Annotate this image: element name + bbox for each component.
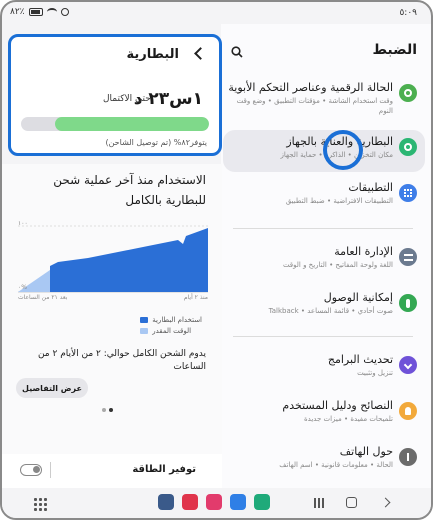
settings-item-software-update[interactable]: تحديث البرامج تنزيل وتثبيت (223, 348, 425, 390)
legend-estimated: الوقت المقدر (140, 327, 202, 335)
battery-title: البطارية (126, 47, 179, 62)
item-subtitle: تلميحات مفيدة • ميزات جديدة (304, 415, 393, 423)
settings-title: الضبط (372, 42, 417, 58)
item-title: تحديث البرامج (327, 353, 393, 366)
item-subtitle: الحالة • معلومات قانونية • اسم الهاتف (279, 461, 393, 469)
y-axis-min-label: ٠% (18, 284, 27, 291)
device-care-icon (399, 138, 417, 156)
system-icons: ٨٢٪ (10, 7, 69, 17)
settings-item-about-phone[interactable]: حول الهاتف الحالة • معلومات قانونية • اس… (223, 440, 425, 482)
flower-app-icon[interactable] (206, 494, 222, 510)
settings-item-digital-wellbeing[interactable]: الحالة الرقمية وعناصر التحكم الأبوية وقت… (223, 76, 425, 118)
recents-icon[interactable] (314, 498, 324, 508)
row-divider (50, 462, 51, 478)
legend-estimated-swatch (140, 328, 149, 334)
legend-used: استخدام البطارية (140, 316, 202, 324)
taskbar-dock (158, 494, 270, 510)
settings-item-general-management[interactable]: الإدارة العامة اللغة ولوحة المفاتيح • ال… (223, 240, 425, 282)
item-title: النصائح ودليل المستخدم (282, 399, 393, 412)
page-dot-active (109, 408, 113, 412)
page-dot (102, 408, 106, 412)
clock: ٥:٠٩ (399, 8, 417, 18)
y-axis-max-label: ١٠٠ (18, 220, 28, 227)
digital-wellbeing-icon (399, 84, 417, 102)
legend-estimated-label: الوقت المقدر (152, 327, 192, 335)
general-management-icon (399, 248, 417, 266)
item-title: الحالة الرقمية وعناصر التحكم الأبوية (228, 81, 393, 94)
item-title: الإدارة العامة (334, 245, 393, 258)
battery-level-bar (21, 117, 209, 131)
battery-icon (28, 8, 43, 16)
settings-pane: الضبط الحالة الرقمية وعناصر التحكم الأبو… (221, 24, 431, 492)
accessibility-icon (399, 294, 417, 312)
app-drawer-icon[interactable] (34, 498, 47, 511)
item-subtitle: صوت أحادي • قائمة المساعد • Talkback (268, 307, 393, 315)
screen-recorder-app-icon[interactable] (182, 494, 198, 510)
usage-chart-svg (18, 225, 208, 293)
view-details-button[interactable]: عرض التفاصيل (16, 378, 88, 398)
item-subtitle: التطبيقات الافتراضية • ضبط التطبيق (285, 197, 393, 205)
full-charge-estimate: يدوم الشحن الكامل حوالي: ٢ من الأيام ٢ م… (37, 349, 206, 372)
battery-percent: ٨٢٪ (10, 7, 25, 17)
item-subtitle: وقت استخدام الشاشة • مؤقتات التطبيق • وض… (236, 97, 393, 115)
messages-app-icon[interactable] (230, 494, 246, 510)
x-axis-end-label: بعد ٢١ من الساعات (18, 294, 68, 301)
menu-divider (233, 336, 413, 337)
mute-icon (60, 8, 69, 16)
status-bar: ٨٢٪ ٥:٠٩ (2, 2, 431, 24)
time-to-full-suffix: حتى الاكتمال (103, 94, 151, 104)
item-subtitle: مكان التخزين • الذاكرة • حماية الجهاز (280, 151, 393, 159)
settings-item-tips[interactable]: النصائح ودليل المستخدم تلميحات مفيدة • م… (223, 394, 425, 436)
back-icon[interactable] (380, 497, 391, 508)
chevron-back-icon[interactable] (194, 47, 207, 60)
settings-item-accessibility[interactable]: إمكانية الوصول صوت أحادي • قائمة المساعد… (223, 286, 425, 328)
settings-header: الضبط (221, 24, 431, 76)
usage-card: الاستخدام منذ آخر عملية شحن للبطارية بال… (2, 164, 222, 464)
item-subtitle: تنزيل وتثبيت (357, 369, 393, 377)
item-title: التطبيقات (348, 181, 393, 194)
charging-status: يتوفر٨٢% (تم توصيل الشاحن) (105, 138, 207, 147)
navigation-bar (2, 488, 431, 518)
x-axis-start-label: منذ ٢ أيام (183, 294, 208, 301)
phone-app-icon[interactable] (254, 494, 270, 510)
legend-used-label: استخدام البطارية (152, 316, 202, 324)
item-title: البطارية والعناية بالجهاز (286, 135, 393, 148)
home-icon[interactable] (346, 497, 357, 508)
usage-title: الاستخدام منذ آخر عملية شحن للبطارية بال… (53, 173, 206, 207)
item-title: حول الهاتف (339, 445, 393, 458)
touch-indicator (323, 130, 363, 170)
power-saving-label: توفير الطاقة (132, 464, 196, 475)
apps-icon (399, 184, 417, 202)
about-phone-icon (399, 448, 417, 466)
battery-level-fill (54, 117, 209, 131)
page-indicator (102, 408, 113, 412)
legend-used-swatch (140, 317, 149, 323)
battery-card[interactable]: البطارية ١س٢٣ د حتى الاكتمال يتوفر٨٢% (ت… (8, 34, 222, 156)
settings-app-icon[interactable] (158, 494, 174, 510)
software-update-icon (399, 356, 417, 374)
item-title: إمكانية الوصول (323, 291, 393, 304)
search-icon[interactable] (231, 46, 243, 58)
chart-legend: استخدام البطارية الوقت المقدر (140, 316, 202, 338)
settings-item-apps[interactable]: التطبيقات التطبيقات الافتراضية • ضبط الت… (223, 176, 425, 218)
battery-detail-pane: البطارية ١س٢٣ د حتى الاكتمال يتوفر٨٢% (ت… (2, 24, 222, 494)
power-saving-toggle[interactable] (20, 464, 42, 476)
wifi-icon (46, 8, 57, 16)
menu-divider (233, 228, 413, 229)
item-subtitle: اللغة ولوحة المفاتيح • التاريخ و الوقت (282, 261, 393, 269)
usage-chart: ١٠٠ ٠% منذ ٢ أيام بعد ٢١ من الساعات (18, 220, 208, 302)
tips-icon (399, 402, 417, 420)
used-area (50, 228, 208, 292)
device-frame: ٨٢٪ ٥:٠٩ الضبط الحالة الرقمية وعناصر الت… (0, 0, 433, 520)
